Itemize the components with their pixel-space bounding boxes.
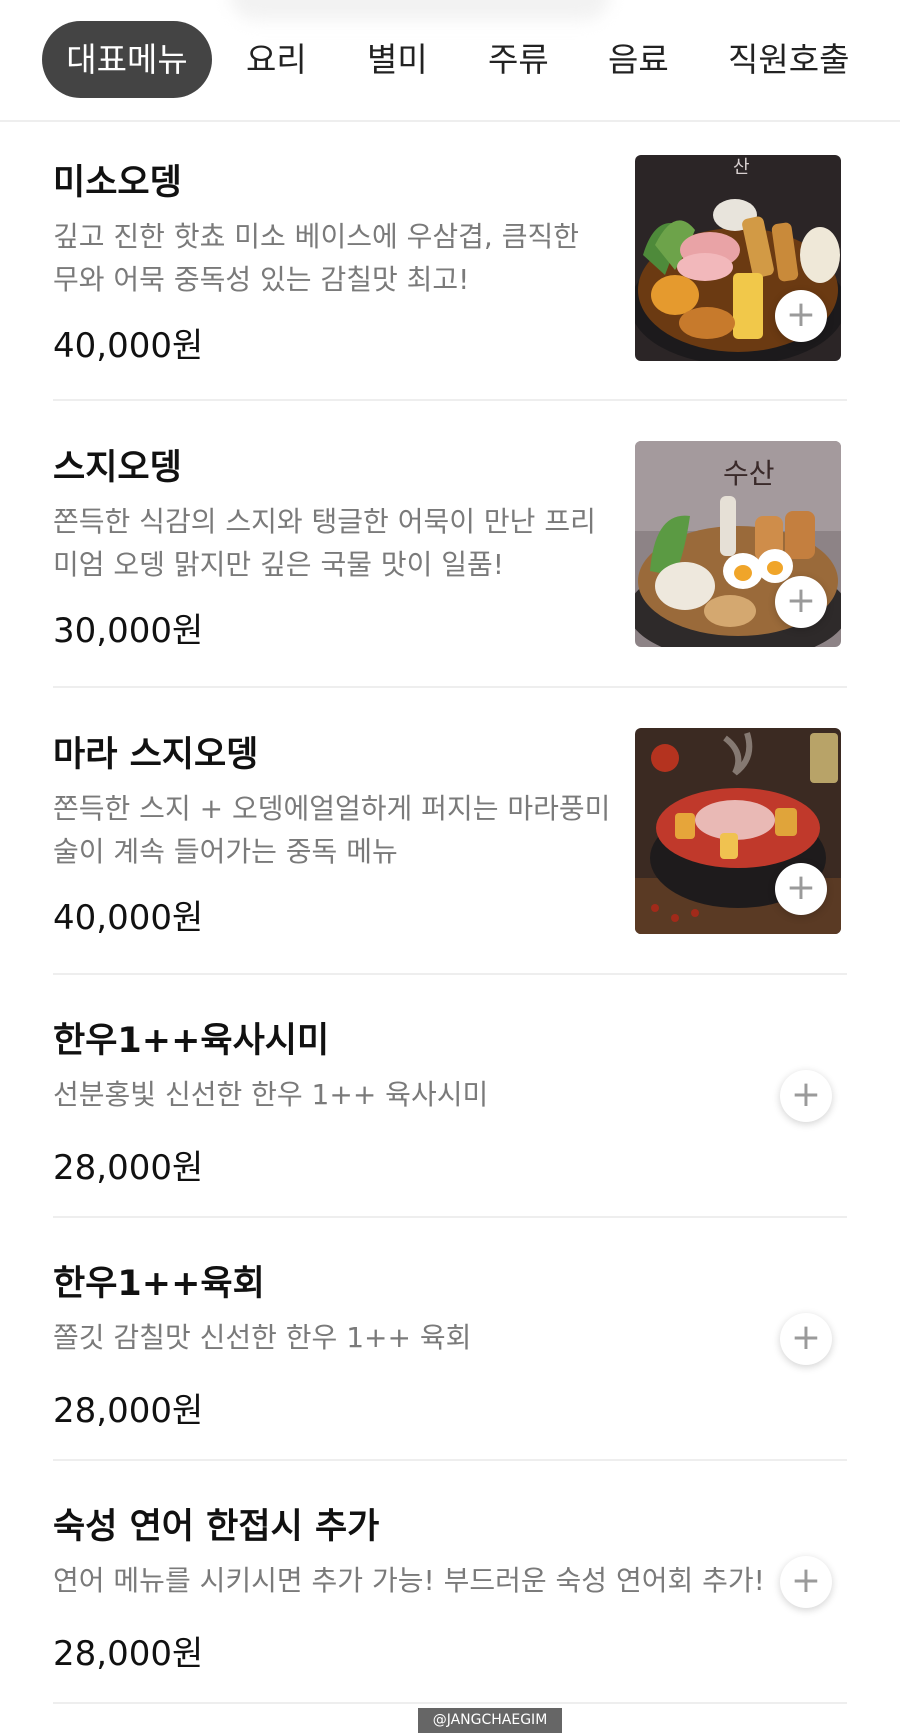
item-title: 마라 스지오뎅 — [53, 735, 259, 775]
item-description: 쫀득한 식감의 스지와 탱글한 어묵이 만난 프리미엄 오뎅 맑지만 깊은 국물… — [53, 505, 596, 581]
item-description: 쫄깃 감칠맛 신선한 한우 1++ 육회 — [53, 1321, 472, 1354]
menu-item[interactable]: 숙성 연어 한접시 추가 연어 메뉴를 시키시면 추가 가능! 부드러운 숙성 … — [53, 1461, 847, 1704]
item-price: 40,000원 — [53, 326, 204, 366]
add-to-cart-button[interactable]: + — [780, 1556, 832, 1608]
item-description: 선분홍빛 신선한 한우 1++ 육사시미 — [53, 1078, 489, 1111]
item-price: 28,000원 — [53, 1148, 204, 1188]
item-title: 한우1++육회 — [53, 1264, 265, 1304]
tab-beverages[interactable]: 음료 — [608, 21, 669, 98]
menu-item[interactable]: 미소오뎅 깊고 진한 핫쵸 미소 베이스에 우삼겹, 큼직한 무와 어묵 중독성… — [53, 121, 847, 401]
tab-dishes[interactable]: 요리 — [246, 21, 307, 98]
item-divider — [53, 1702, 847, 1704]
add-to-cart-button[interactable]: + — [775, 863, 827, 915]
tab-liquor[interactable]: 주류 — [488, 21, 549, 98]
watermark-label: @JANGCHAEGIM — [418, 1708, 562, 1733]
menu-item[interactable]: 한우1++육사시미 선분홍빛 신선한 한우 1++ 육사시미 28,000원 + — [53, 975, 847, 1218]
add-to-cart-button[interactable]: + — [780, 1070, 832, 1122]
item-title: 미소오뎅 — [53, 163, 182, 203]
item-price: 30,000원 — [53, 611, 204, 651]
menu-page: 대표메뉴 요리 별미 주류 음료 직원호출 미소오뎅 깊고 진한 핫쵸 미소 베… — [0, 0, 900, 1733]
item-price: 28,000원 — [53, 1634, 204, 1674]
item-description: 깊고 진한 핫쵸 미소 베이스에 우삼겹, 큼직한 무와 어묵 중독성 있는 감… — [53, 220, 579, 296]
svg-text:수산: 수산 — [723, 457, 775, 490]
menu-item[interactable]: 한우1++육회 쫄깃 감칠맛 신선한 한우 1++ 육회 28,000원 + — [53, 1218, 847, 1461]
tab-call-staff[interactable]: 직원호출 — [728, 21, 849, 98]
item-description: 연어 메뉴를 시키시면 추가 가능! 부드러운 숙성 연어회 추가! — [53, 1564, 765, 1597]
category-tab-bar: 대표메뉴 요리 별미 주류 음료 직원호출 — [0, 0, 900, 122]
item-price: 28,000원 — [53, 1391, 204, 1431]
item-price: 40,000원 — [53, 898, 204, 938]
item-description: 쫀득한 스지 + 오뎅에얼얼하게 퍼지는 마라풍미 술이 계속 들어가는 중독 … — [53, 792, 611, 868]
item-title: 숙성 연어 한접시 추가 — [53, 1507, 380, 1547]
item-photo[interactable]: 산 + — [635, 155, 841, 361]
menu-item[interactable]: 스지오뎅 쫀득한 식감의 스지와 탱글한 어묵이 만난 프리미엄 오뎅 맑지만 … — [53, 401, 847, 688]
add-to-cart-button[interactable]: + — [775, 290, 827, 342]
item-title: 스지오뎅 — [53, 448, 182, 488]
item-photo[interactable]: 수산 + — [635, 441, 841, 647]
add-to-cart-button[interactable]: + — [780, 1313, 832, 1365]
tab-specialties[interactable]: 별미 — [367, 21, 428, 98]
tab-signature-menu[interactable]: 대표메뉴 — [42, 21, 212, 98]
item-photo[interactable]: + — [635, 728, 841, 934]
svg-text:산: 산 — [733, 157, 750, 178]
add-to-cart-button[interactable]: + — [775, 576, 827, 628]
menu-item[interactable]: 마라 스지오뎅 쫀득한 스지 + 오뎅에얼얼하게 퍼지는 마라풍미 술이 계속 … — [53, 688, 847, 975]
item-title: 한우1++육사시미 — [53, 1021, 330, 1061]
top-shade — [230, 0, 610, 20]
